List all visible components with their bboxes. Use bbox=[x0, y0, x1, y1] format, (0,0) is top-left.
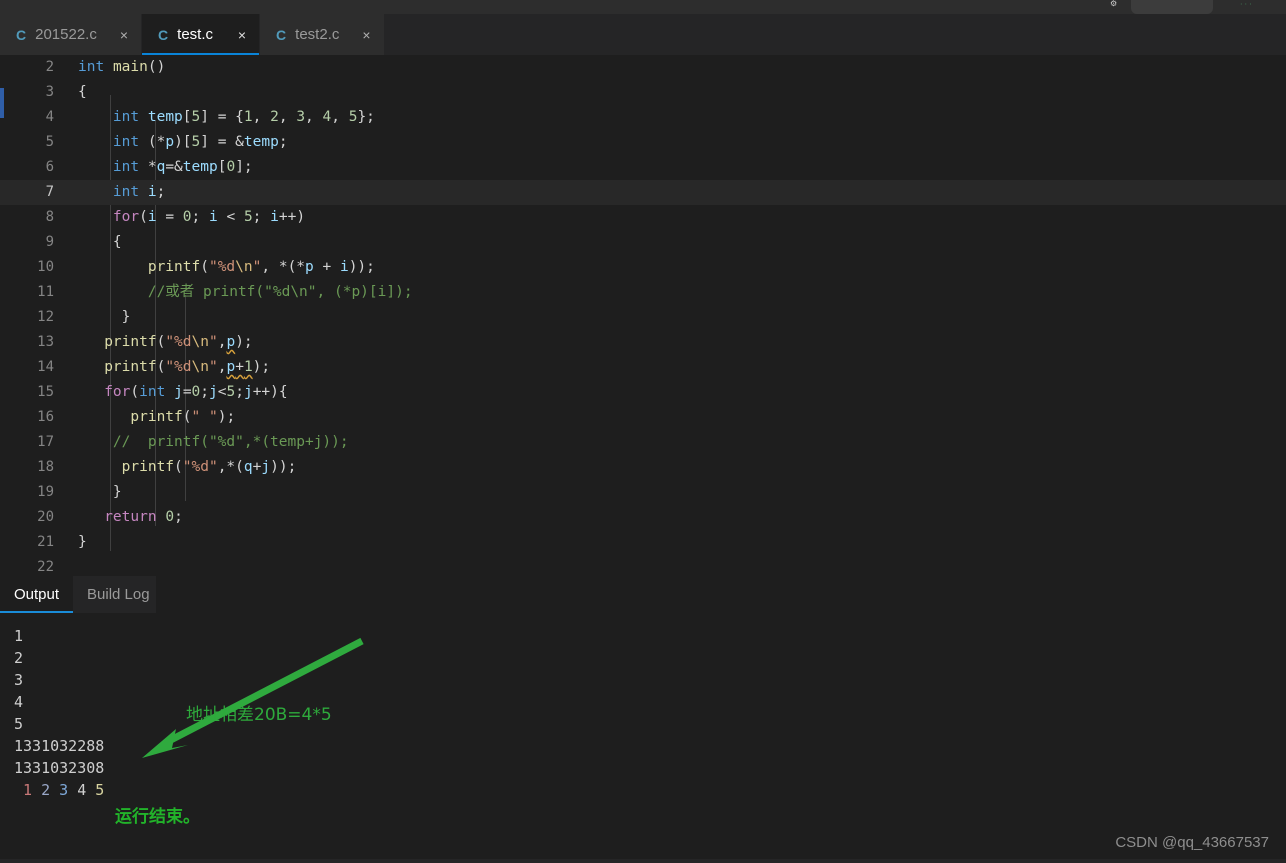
c-file-icon: C bbox=[276, 26, 287, 43]
code-line[interactable]: 17 // printf("%d",*(temp+j)); bbox=[0, 430, 1286, 455]
line-number: 18 bbox=[37, 459, 54, 475]
bottom-strip bbox=[0, 859, 1286, 863]
editor-tab-bar: C 201522.c × C test.c × C test2.c × bbox=[0, 14, 1286, 55]
code-editor[interactable]: 2 int main() 3{ 4 int temp[5] = {1, 2, 3,… bbox=[0, 55, 1286, 576]
code-line[interactable]: 4 int temp[5] = {1, 2, 3, 4, 5}; bbox=[0, 105, 1286, 130]
tab-label: 201522.c bbox=[35, 26, 97, 43]
code-text: int *q=&temp[0]; bbox=[112, 159, 253, 175]
code-line[interactable]: 15 for(int j=0;j<5;j++){ bbox=[0, 380, 1286, 405]
line-number: 13 bbox=[37, 334, 54, 350]
panel-tab-label: Build Log bbox=[87, 586, 150, 603]
line-number: 3 bbox=[45, 84, 54, 100]
code-line[interactable]: 5 int (*p)[5] = &temp; bbox=[0, 130, 1286, 155]
code-line[interactable]: 6 int *q=&temp[0]; bbox=[0, 155, 1286, 180]
code-text: return 0; bbox=[104, 509, 183, 525]
code-text: int (*p)[5] = &temp; bbox=[112, 134, 288, 150]
code-line-current[interactable]: 7 int i; bbox=[0, 180, 1286, 205]
code-text: int i; bbox=[112, 184, 166, 200]
panel-tab-label: Output bbox=[14, 586, 60, 603]
line-number: 2 bbox=[45, 59, 54, 75]
code-line[interactable]: 13 printf("%d\n",p); bbox=[0, 330, 1286, 355]
code-line[interactable]: 22 bbox=[0, 555, 1286, 576]
panel-tab-bar: Output Build Log bbox=[0, 576, 1286, 613]
code-line[interactable]: 16 printf(" "); bbox=[0, 405, 1286, 430]
line-number: 19 bbox=[37, 484, 54, 500]
close-icon[interactable]: × bbox=[106, 28, 128, 42]
console-line: 1331032288 bbox=[14, 737, 105, 755]
close-icon[interactable]: × bbox=[224, 28, 246, 42]
tab-build-log[interactable]: Build Log bbox=[73, 576, 164, 613]
annotation-finished-note: 运行结束。 bbox=[115, 807, 200, 827]
line-number: 9 bbox=[45, 234, 54, 250]
code-line[interactable]: 18 printf("%d",*(q+j)); bbox=[0, 455, 1286, 480]
line-number: 21 bbox=[37, 534, 54, 550]
code-text: for(int j=0;j<5;j++){ bbox=[104, 384, 288, 400]
code-line[interactable]: 20 return 0; bbox=[0, 505, 1286, 530]
tab-test-c[interactable]: C test.c × bbox=[142, 14, 261, 55]
code-text: printf("%d",*(q+j)); bbox=[121, 459, 297, 475]
c-file-icon: C bbox=[158, 26, 169, 43]
csdn-watermark: CSDN @qq_43667537 bbox=[1115, 834, 1269, 851]
panel-tab-filler bbox=[156, 576, 1286, 613]
console-line: 1 bbox=[14, 627, 24, 645]
line-number: 15 bbox=[37, 384, 54, 400]
close-icon[interactable]: × bbox=[348, 28, 370, 42]
tab-output[interactable]: Output bbox=[0, 576, 74, 613]
tab-test2-c[interactable]: C test2.c × bbox=[260, 14, 385, 55]
code-text: { bbox=[112, 234, 122, 250]
code-text: int temp[5] = {1, 2, 3, 4, 5}; bbox=[112, 109, 375, 125]
line-number: 5 bbox=[45, 134, 54, 150]
line-number: 8 bbox=[45, 209, 54, 225]
line-number: 6 bbox=[45, 159, 54, 175]
line-number: 12 bbox=[37, 309, 54, 325]
code-text: int main() bbox=[78, 59, 166, 75]
code-line[interactable]: 10 printf("%d\n", *(*p + i)); bbox=[0, 255, 1286, 280]
line-number: 4 bbox=[45, 109, 54, 125]
tab-label: test2.c bbox=[295, 26, 340, 43]
line-number: 22 bbox=[37, 559, 54, 575]
code-line[interactable]: 3{ bbox=[0, 80, 1286, 105]
tab-label: test.c bbox=[177, 26, 214, 43]
code-line[interactable]: 2 int main() bbox=[0, 55, 1286, 80]
code-text: // printf("%d",*(temp+j)); bbox=[112, 434, 349, 450]
code-text: } bbox=[121, 309, 131, 325]
line-number: 20 bbox=[37, 509, 54, 525]
search-box[interactable] bbox=[1131, 0, 1213, 14]
code-line[interactable]: 19 } bbox=[0, 480, 1286, 505]
code-text: //或者 printf("%d\n", (*p)[i]); bbox=[147, 284, 413, 300]
code-text: for(i = 0; i < 5; i++) bbox=[112, 209, 306, 225]
gear-icon[interactable]: ⚙ bbox=[1110, 0, 1117, 8]
code-line[interactable]: 14 printf("%d\n",p+1); bbox=[0, 355, 1286, 380]
console-line-sequence: 1 2 3 4 5 bbox=[23, 781, 105, 799]
line-number: 11 bbox=[37, 284, 54, 300]
ide-window: ⚙ ··· C 201522.c × C test.c × C test2.c … bbox=[0, 0, 1286, 863]
console-line: 2 bbox=[14, 649, 24, 667]
c-file-icon: C bbox=[16, 26, 27, 43]
line-number: 17 bbox=[37, 434, 54, 450]
code-text: { bbox=[78, 84, 87, 100]
code-line[interactable]: 12 } bbox=[0, 305, 1286, 330]
code-text: } bbox=[112, 484, 122, 500]
code-text: printf("%d\n",p+1); bbox=[104, 359, 271, 375]
window-chrome-strip: ⚙ ··· bbox=[0, 0, 1286, 14]
code-text: } bbox=[78, 534, 87, 550]
code-line[interactable]: 21} bbox=[0, 530, 1286, 555]
annotation-address-note: 地址相差20B=4*5 bbox=[186, 705, 332, 725]
dots-icon[interactable]: ··· bbox=[1240, 1, 1254, 9]
line-number: 10 bbox=[37, 259, 54, 275]
tab-201522-c[interactable]: C 201522.c × bbox=[0, 14, 143, 55]
code-text: printf("%d\n",p); bbox=[104, 334, 253, 350]
console-line: 1331032308 bbox=[14, 759, 105, 777]
code-text: printf("%d\n", *(*p + i)); bbox=[147, 259, 375, 275]
line-number: 14 bbox=[37, 359, 54, 375]
line-number: 16 bbox=[37, 409, 54, 425]
code-line[interactable]: 11 //或者 printf("%d\n", (*p)[i]); bbox=[0, 280, 1286, 305]
console-line: 3 bbox=[14, 671, 24, 689]
line-number: 7 bbox=[45, 184, 54, 200]
code-line[interactable]: 8 for(i = 0; i < 5; i++) bbox=[0, 205, 1286, 230]
code-text: printf(" "); bbox=[130, 409, 236, 425]
code-line[interactable]: 9 { bbox=[0, 230, 1286, 255]
